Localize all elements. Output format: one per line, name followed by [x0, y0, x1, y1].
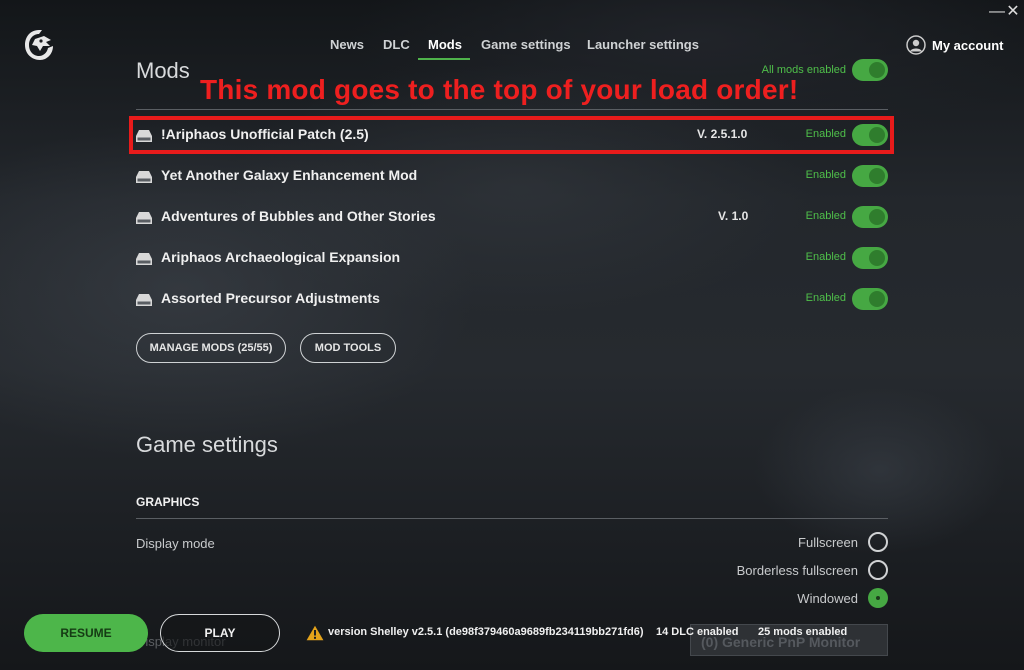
graphics-divider	[136, 518, 888, 519]
mod-status: Enabled	[805, 292, 846, 304]
windowed-radio[interactable]	[868, 588, 888, 608]
mod-row[interactable]: Assorted Precursor Adjustments Enabled	[136, 284, 888, 314]
drive-icon	[136, 171, 152, 183]
close-button[interactable]: ✕	[1002, 2, 1024, 22]
mods-divider	[136, 109, 888, 110]
game-settings-title: Game settings	[136, 432, 278, 457]
mod-name: Ariphaos Archaeological Expansion	[161, 249, 401, 265]
nav-news[interactable]: News	[330, 37, 364, 52]
nav-launcher-settings[interactable]: Launcher settings	[587, 37, 699, 52]
all-mods-toggle[interactable]	[852, 59, 888, 81]
annotation-highlight-box	[129, 116, 894, 154]
nav-game-settings[interactable]: Game settings	[481, 37, 571, 52]
mod-tools-button[interactable]: MOD TOOLS	[300, 333, 396, 363]
mod-count-text: 25 mods enabled	[758, 626, 848, 638]
nav-dlc[interactable]: DLC	[383, 37, 410, 52]
graphics-header: GRAPHICS	[136, 495, 200, 509]
mod-status: Enabled	[805, 210, 846, 222]
mod-name: Assorted Precursor Adjustments	[161, 290, 380, 306]
mod-toggle[interactable]	[852, 165, 888, 187]
resume-button[interactable]: RESUME	[24, 614, 148, 652]
display-mode-label: Display mode	[136, 536, 215, 551]
windowed-label: Windowed	[797, 591, 858, 606]
mod-name: Adventures of Bubbles and Other Stories	[161, 208, 436, 224]
annotation-text: This mod goes to the top of your load or…	[200, 74, 799, 105]
mod-toggle[interactable]	[852, 288, 888, 310]
mod-row[interactable]: Yet Another Galaxy Enhancement Mod Enabl…	[136, 161, 888, 191]
mod-status: Enabled	[805, 169, 846, 181]
mod-toggle[interactable]	[852, 247, 888, 269]
mod-name: Yet Another Galaxy Enhancement Mod	[161, 167, 418, 183]
mod-version: V. 1.0	[718, 209, 749, 223]
fullscreen-radio[interactable]	[868, 532, 888, 552]
my-account-link[interactable]: My account	[906, 35, 1004, 55]
user-icon	[906, 35, 926, 55]
drive-icon	[136, 212, 152, 224]
dlc-count-text: 14 DLC enabled	[656, 626, 739, 638]
play-button[interactable]: PLAY	[160, 614, 280, 652]
borderless-fullscreen-radio[interactable]	[868, 560, 888, 580]
version-text: version Shelley v2.5.1 (de98f379460a9689…	[328, 626, 644, 638]
drive-icon	[136, 294, 152, 306]
mod-row[interactable]: Ariphaos Archaeological Expansion Enable…	[136, 243, 888, 273]
drive-icon	[136, 253, 152, 265]
fullscreen-label: Fullscreen	[798, 535, 858, 550]
mod-toggle[interactable]	[852, 206, 888, 228]
mod-status: Enabled	[805, 251, 846, 263]
warning-icon	[306, 625, 324, 641]
nav-mods[interactable]: Mods	[428, 37, 462, 52]
mods-section-title: Mods	[136, 58, 190, 83]
my-account-label: My account	[932, 37, 1004, 53]
nav-active-indicator	[418, 58, 470, 60]
borderless-fullscreen-label: Borderless fullscreen	[736, 563, 858, 578]
manage-mods-button[interactable]: MANAGE MODS (25/55)	[136, 333, 286, 363]
mod-row[interactable]: Adventures of Bubbles and Other Stories …	[136, 202, 888, 232]
